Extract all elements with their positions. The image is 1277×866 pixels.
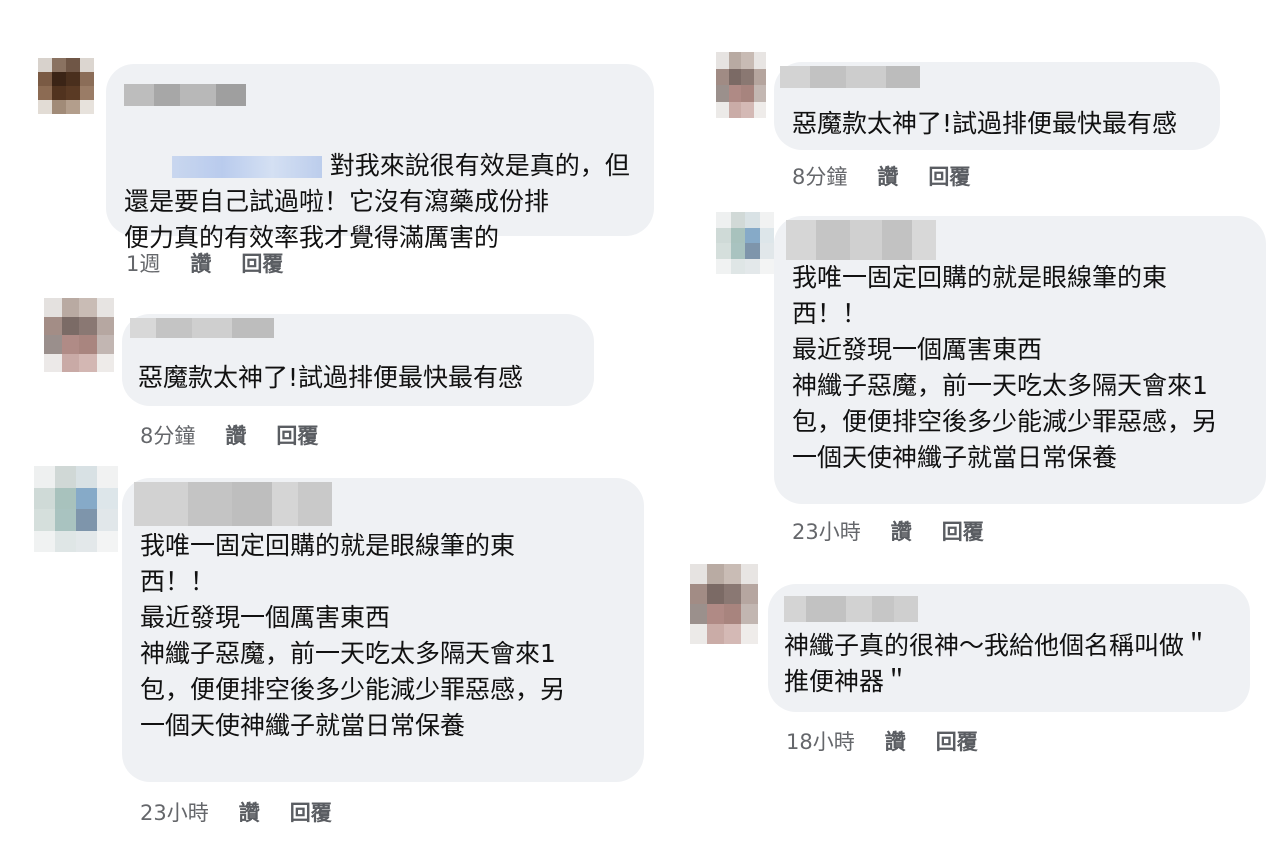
reply-button[interactable]: 回覆 [942, 516, 984, 546]
like-button[interactable]: 讚 [877, 161, 898, 191]
comment-time[interactable]: 23小時 [792, 516, 861, 546]
blurred-author-name[interactable] [130, 318, 274, 338]
blurred-author-name[interactable] [124, 84, 246, 106]
reply-button[interactable]: 回覆 [936, 726, 978, 756]
comment-bubble: 惡魔款太神了!試過排便最快最有感 [774, 62, 1220, 150]
blurred-author-name[interactable] [784, 596, 918, 622]
comment-time[interactable]: 23小時 [140, 797, 209, 827]
comment-text: 神纖子真的很神～我給他個名稱叫做＂ 推便神器＂ [784, 631, 1210, 696]
avatar[interactable] [690, 564, 758, 644]
comment-time[interactable]: 8分鐘 [140, 420, 195, 450]
avatar[interactable] [716, 52, 766, 118]
comment-actions: 23小時 讚 回覆 [140, 797, 332, 827]
blurred-author-name[interactable] [134, 482, 332, 526]
comment-bubble: 惡魔款太神了!試過排便最快最有感 [122, 314, 594, 406]
like-button[interactable]: 讚 [225, 420, 246, 450]
comment-bubble: 神纖子真的很神～我給他個名稱叫做＂ 推便神器＂ [768, 584, 1250, 712]
reply-button[interactable]: 回覆 [276, 420, 318, 450]
blurred-author-name[interactable] [780, 66, 920, 88]
reply-button[interactable]: 回覆 [928, 161, 970, 191]
like-button[interactable]: 讚 [891, 516, 912, 546]
reply-button[interactable]: 回覆 [290, 797, 332, 827]
comment-actions: 1週 讚 回覆 [126, 248, 283, 278]
comment-text: 我唯一固定回購的就是眼線筆的東 西！！ 最近發現一個厲害東西 神纖子惡魔，前一天… [140, 531, 566, 740]
comment-text: 惡魔款太神了!試過排便最快最有感 [792, 109, 1178, 138]
avatar[interactable] [716, 212, 774, 274]
avatar[interactable] [44, 298, 114, 372]
comment-bubble: 我唯一固定回購的就是眼線筆的東 西！！ 最近發現一個厲害東西 神纖子惡魔，前一天… [122, 478, 644, 782]
comment-actions: 8分鐘 讚 回覆 [792, 161, 970, 191]
comment-text: 我唯一固定回購的就是眼線筆的東 西！！ 最近發現一個厲害東西 神纖子惡魔，前一天… [792, 263, 1218, 472]
avatar[interactable] [38, 58, 94, 114]
reply-button[interactable]: 回覆 [241, 248, 283, 278]
comment-bubble: 我唯一固定回購的就是眼線筆的東 西！！ 最近發現一個厲害東西 神纖子惡魔，前一天… [774, 216, 1266, 504]
comment-time[interactable]: 18小時 [786, 726, 855, 756]
avatar[interactable] [34, 466, 118, 552]
like-button[interactable]: 讚 [190, 248, 211, 278]
blurred-mention[interactable] [171, 156, 322, 178]
like-button[interactable]: 讚 [239, 797, 260, 827]
comment-actions: 8分鐘 讚 回覆 [140, 420, 318, 450]
blurred-author-name[interactable] [786, 220, 936, 260]
comment-bubble: 對我來說很有效是真的，但 還是要自己試過啦！它沒有瀉藥成份排 便力真的有效率我才… [106, 64, 654, 252]
comment-actions: 18小時 讚 回覆 [786, 726, 978, 756]
comment-text: 惡魔款太神了!試過排便最快最有感 [138, 363, 524, 392]
comment-time[interactable]: 8分鐘 [792, 161, 847, 191]
like-button[interactable]: 讚 [885, 726, 906, 756]
comment-actions: 23小時 讚 回覆 [792, 516, 984, 546]
comment-time[interactable]: 1週 [126, 248, 160, 278]
